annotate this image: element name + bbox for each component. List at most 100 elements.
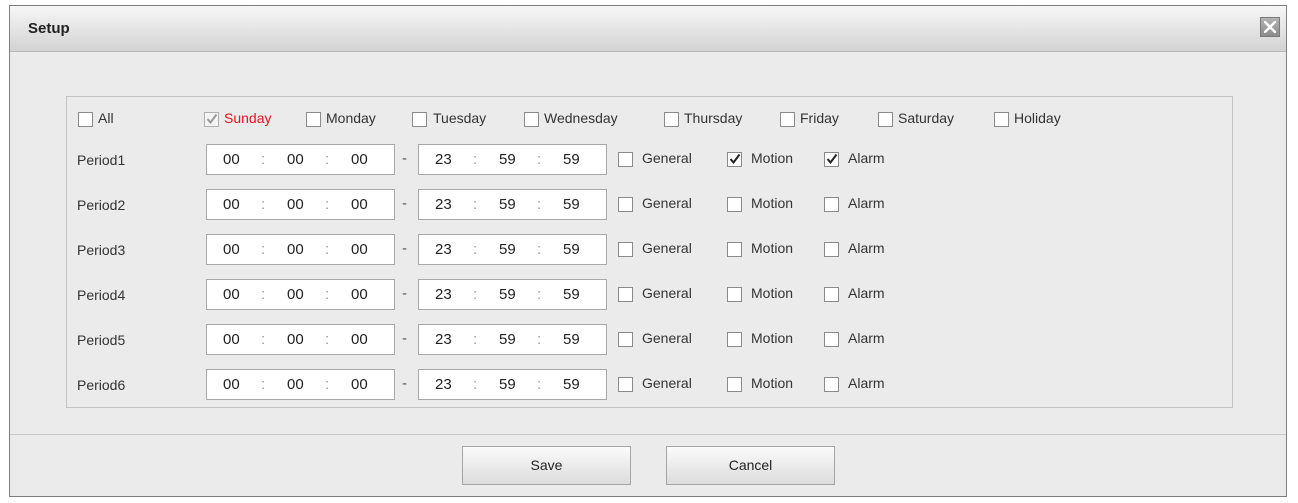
start-minute-field[interactable]: 00 bbox=[287, 331, 304, 348]
start-minute-field[interactable]: 00 bbox=[287, 286, 304, 303]
end-second-field[interactable]: 59 bbox=[563, 376, 580, 393]
period-label-3: Period3 bbox=[77, 242, 126, 258]
period1-general-checkbox[interactable] bbox=[618, 152, 633, 167]
end-minute-field[interactable]: 59 bbox=[499, 196, 516, 213]
period3-general-checkbox[interactable] bbox=[618, 242, 633, 257]
day-label-tuesday: Tuesday bbox=[433, 110, 487, 126]
end-hour-field[interactable]: 23 bbox=[435, 286, 452, 303]
start-second-field[interactable]: 00 bbox=[351, 376, 368, 393]
time-separator: : bbox=[537, 376, 542, 393]
day-checkbox-holiday[interactable] bbox=[994, 112, 1009, 127]
checkmark-icon bbox=[729, 153, 741, 165]
period5-general-checkbox[interactable] bbox=[618, 332, 633, 347]
day-label-thursday: Thursday bbox=[684, 110, 743, 126]
start-hour-field[interactable]: 00 bbox=[223, 286, 240, 303]
start-second-field[interactable]: 00 bbox=[351, 151, 368, 168]
day-checkbox-saturday[interactable] bbox=[878, 112, 893, 127]
period1-start-time: 00 00 00:: bbox=[206, 144, 395, 175]
start-hour-field[interactable]: 00 bbox=[223, 196, 240, 213]
start-minute-field[interactable]: 00 bbox=[287, 151, 304, 168]
period4-general-checkbox[interactable] bbox=[618, 287, 633, 302]
period1-end-time: 23 59 59:: bbox=[418, 144, 607, 175]
period1-alarm-checkbox[interactable] bbox=[824, 152, 839, 167]
event-label-general: General bbox=[642, 195, 692, 211]
start-hour-field[interactable]: 00 bbox=[223, 376, 240, 393]
day-checkbox-tuesday[interactable] bbox=[412, 112, 427, 127]
day-checkbox-thursday[interactable] bbox=[664, 112, 679, 127]
end-second-field[interactable]: 59 bbox=[563, 241, 580, 258]
start-minute-field[interactable]: 00 bbox=[287, 241, 304, 258]
range-separator: - bbox=[402, 195, 407, 212]
event-label-alarm: Alarm bbox=[848, 240, 885, 256]
save-button[interactable]: Save bbox=[462, 446, 631, 485]
day-checkbox-all[interactable] bbox=[78, 112, 93, 127]
start-hour-field[interactable]: 00 bbox=[223, 151, 240, 168]
end-hour-field[interactable]: 23 bbox=[435, 196, 452, 213]
period5-alarm-checkbox[interactable] bbox=[824, 332, 839, 347]
period2-general-checkbox[interactable] bbox=[618, 197, 633, 212]
range-separator: - bbox=[402, 240, 407, 257]
period1-motion-checkbox[interactable] bbox=[727, 152, 742, 167]
setup-dialog: Setup All Sunday Monday Tuesday Wednesday Thu… bbox=[9, 5, 1287, 497]
day-label-holiday: Holiday bbox=[1014, 110, 1061, 126]
day-checkbox-wednesday[interactable] bbox=[524, 112, 539, 127]
period4-end-time: 23 59 59:: bbox=[418, 279, 607, 310]
end-second-field[interactable]: 59 bbox=[563, 196, 580, 213]
end-second-field[interactable]: 59 bbox=[563, 286, 580, 303]
end-minute-field[interactable]: 59 bbox=[499, 151, 516, 168]
start-second-field[interactable]: 00 bbox=[351, 331, 368, 348]
start-hour-field[interactable]: 00 bbox=[223, 331, 240, 348]
time-separator: : bbox=[473, 241, 478, 258]
time-separator: : bbox=[261, 376, 266, 393]
period-label-5: Period5 bbox=[77, 332, 126, 348]
time-separator: : bbox=[473, 196, 478, 213]
end-minute-field[interactable]: 59 bbox=[499, 286, 516, 303]
range-separator: - bbox=[402, 375, 407, 392]
event-label-general: General bbox=[642, 150, 692, 166]
end-minute-field[interactable]: 59 bbox=[499, 331, 516, 348]
end-hour-field[interactable]: 23 bbox=[435, 331, 452, 348]
end-second-field[interactable]: 59 bbox=[563, 331, 580, 348]
range-separator: - bbox=[402, 150, 407, 167]
period3-start-time: 00 00 00:: bbox=[206, 234, 395, 265]
end-hour-field[interactable]: 23 bbox=[435, 151, 452, 168]
start-hour-field[interactable]: 00 bbox=[223, 241, 240, 258]
checkmark-icon bbox=[206, 113, 218, 125]
start-second-field[interactable]: 00 bbox=[351, 241, 368, 258]
period6-motion-checkbox[interactable] bbox=[727, 377, 742, 392]
time-separator: : bbox=[261, 241, 266, 258]
end-hour-field[interactable]: 23 bbox=[435, 241, 452, 258]
period6-alarm-checkbox[interactable] bbox=[824, 377, 839, 392]
day-label-saturday: Saturday bbox=[898, 110, 955, 126]
day-checkbox-monday[interactable] bbox=[306, 112, 321, 127]
time-separator: : bbox=[325, 286, 330, 303]
period4-motion-checkbox[interactable] bbox=[727, 287, 742, 302]
start-second-field[interactable]: 00 bbox=[351, 286, 368, 303]
end-second-field[interactable]: 59 bbox=[563, 151, 580, 168]
end-minute-field[interactable]: 59 bbox=[499, 241, 516, 258]
event-label-motion: Motion bbox=[751, 330, 794, 346]
day-checkbox-friday[interactable] bbox=[780, 112, 795, 127]
cancel-button[interactable]: Cancel bbox=[666, 446, 835, 485]
period-label-1: Period1 bbox=[77, 152, 126, 168]
end-hour-field[interactable]: 23 bbox=[435, 376, 452, 393]
start-minute-field[interactable]: 00 bbox=[287, 376, 304, 393]
time-separator: : bbox=[325, 331, 330, 348]
period2-alarm-checkbox[interactable] bbox=[824, 197, 839, 212]
period3-alarm-checkbox[interactable] bbox=[824, 242, 839, 257]
start-minute-field[interactable]: 00 bbox=[287, 196, 304, 213]
period3-motion-checkbox[interactable] bbox=[727, 242, 742, 257]
period6-general-checkbox[interactable] bbox=[618, 377, 633, 392]
period5-motion-checkbox[interactable] bbox=[727, 332, 742, 347]
period-label-2: Period2 bbox=[77, 197, 126, 213]
period4-alarm-checkbox[interactable] bbox=[824, 287, 839, 302]
period2-motion-checkbox[interactable] bbox=[727, 197, 742, 212]
end-minute-field[interactable]: 59 bbox=[499, 376, 516, 393]
time-separator: : bbox=[261, 196, 266, 213]
start-second-field[interactable]: 00 bbox=[351, 196, 368, 213]
event-label-motion: Motion bbox=[751, 240, 794, 256]
event-label-general: General bbox=[642, 375, 692, 391]
close-icon bbox=[1264, 21, 1276, 33]
close-button[interactable] bbox=[1260, 17, 1280, 37]
time-separator: : bbox=[537, 196, 542, 213]
